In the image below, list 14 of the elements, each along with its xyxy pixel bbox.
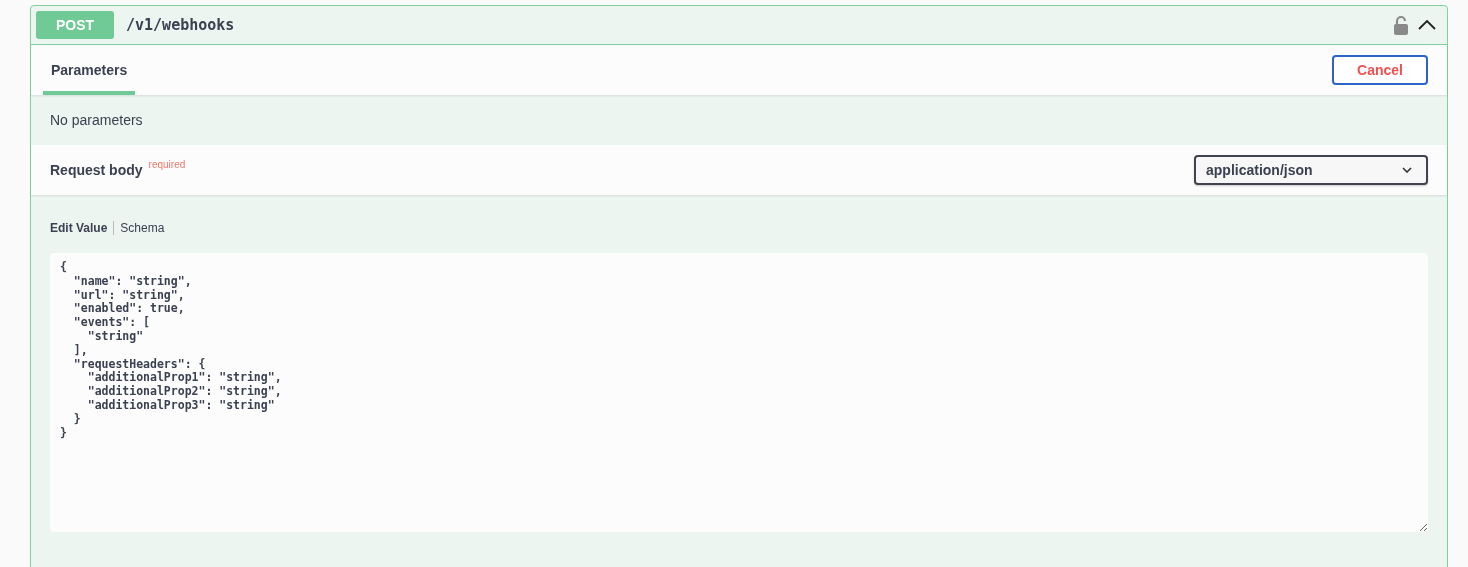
request-body-editor[interactable]: { "name": "string", "url": "string", "enabled": true, "events": [ "string" ], "requestHeaders": { "additionalProp1": "string", "additionalProp2": "string", "additionalProp3": "string" } } bbox=[50, 253, 1428, 532]
chevron-up-icon[interactable] bbox=[1417, 19, 1437, 31]
request-body-title: Request body bbox=[50, 162, 143, 178]
unlocked-padlock-icon[interactable] bbox=[1393, 15, 1409, 35]
endpoint-path: /v1/webhooks bbox=[126, 16, 235, 34]
cancel-button[interactable]: Cancel bbox=[1332, 55, 1428, 85]
caret-icon bbox=[1402, 167, 1412, 173]
parameters-tab[interactable]: Parameters bbox=[43, 45, 136, 95]
no-parameters-text: No parameters bbox=[50, 112, 143, 128]
schema-tab[interactable]: Schema bbox=[120, 221, 165, 235]
method-badge: POST bbox=[36, 11, 114, 39]
content-type-select[interactable]: application/json bbox=[1194, 155, 1428, 185]
edit-value-tab[interactable]: Edit Value bbox=[50, 221, 108, 235]
required-label: required bbox=[148, 159, 186, 170]
